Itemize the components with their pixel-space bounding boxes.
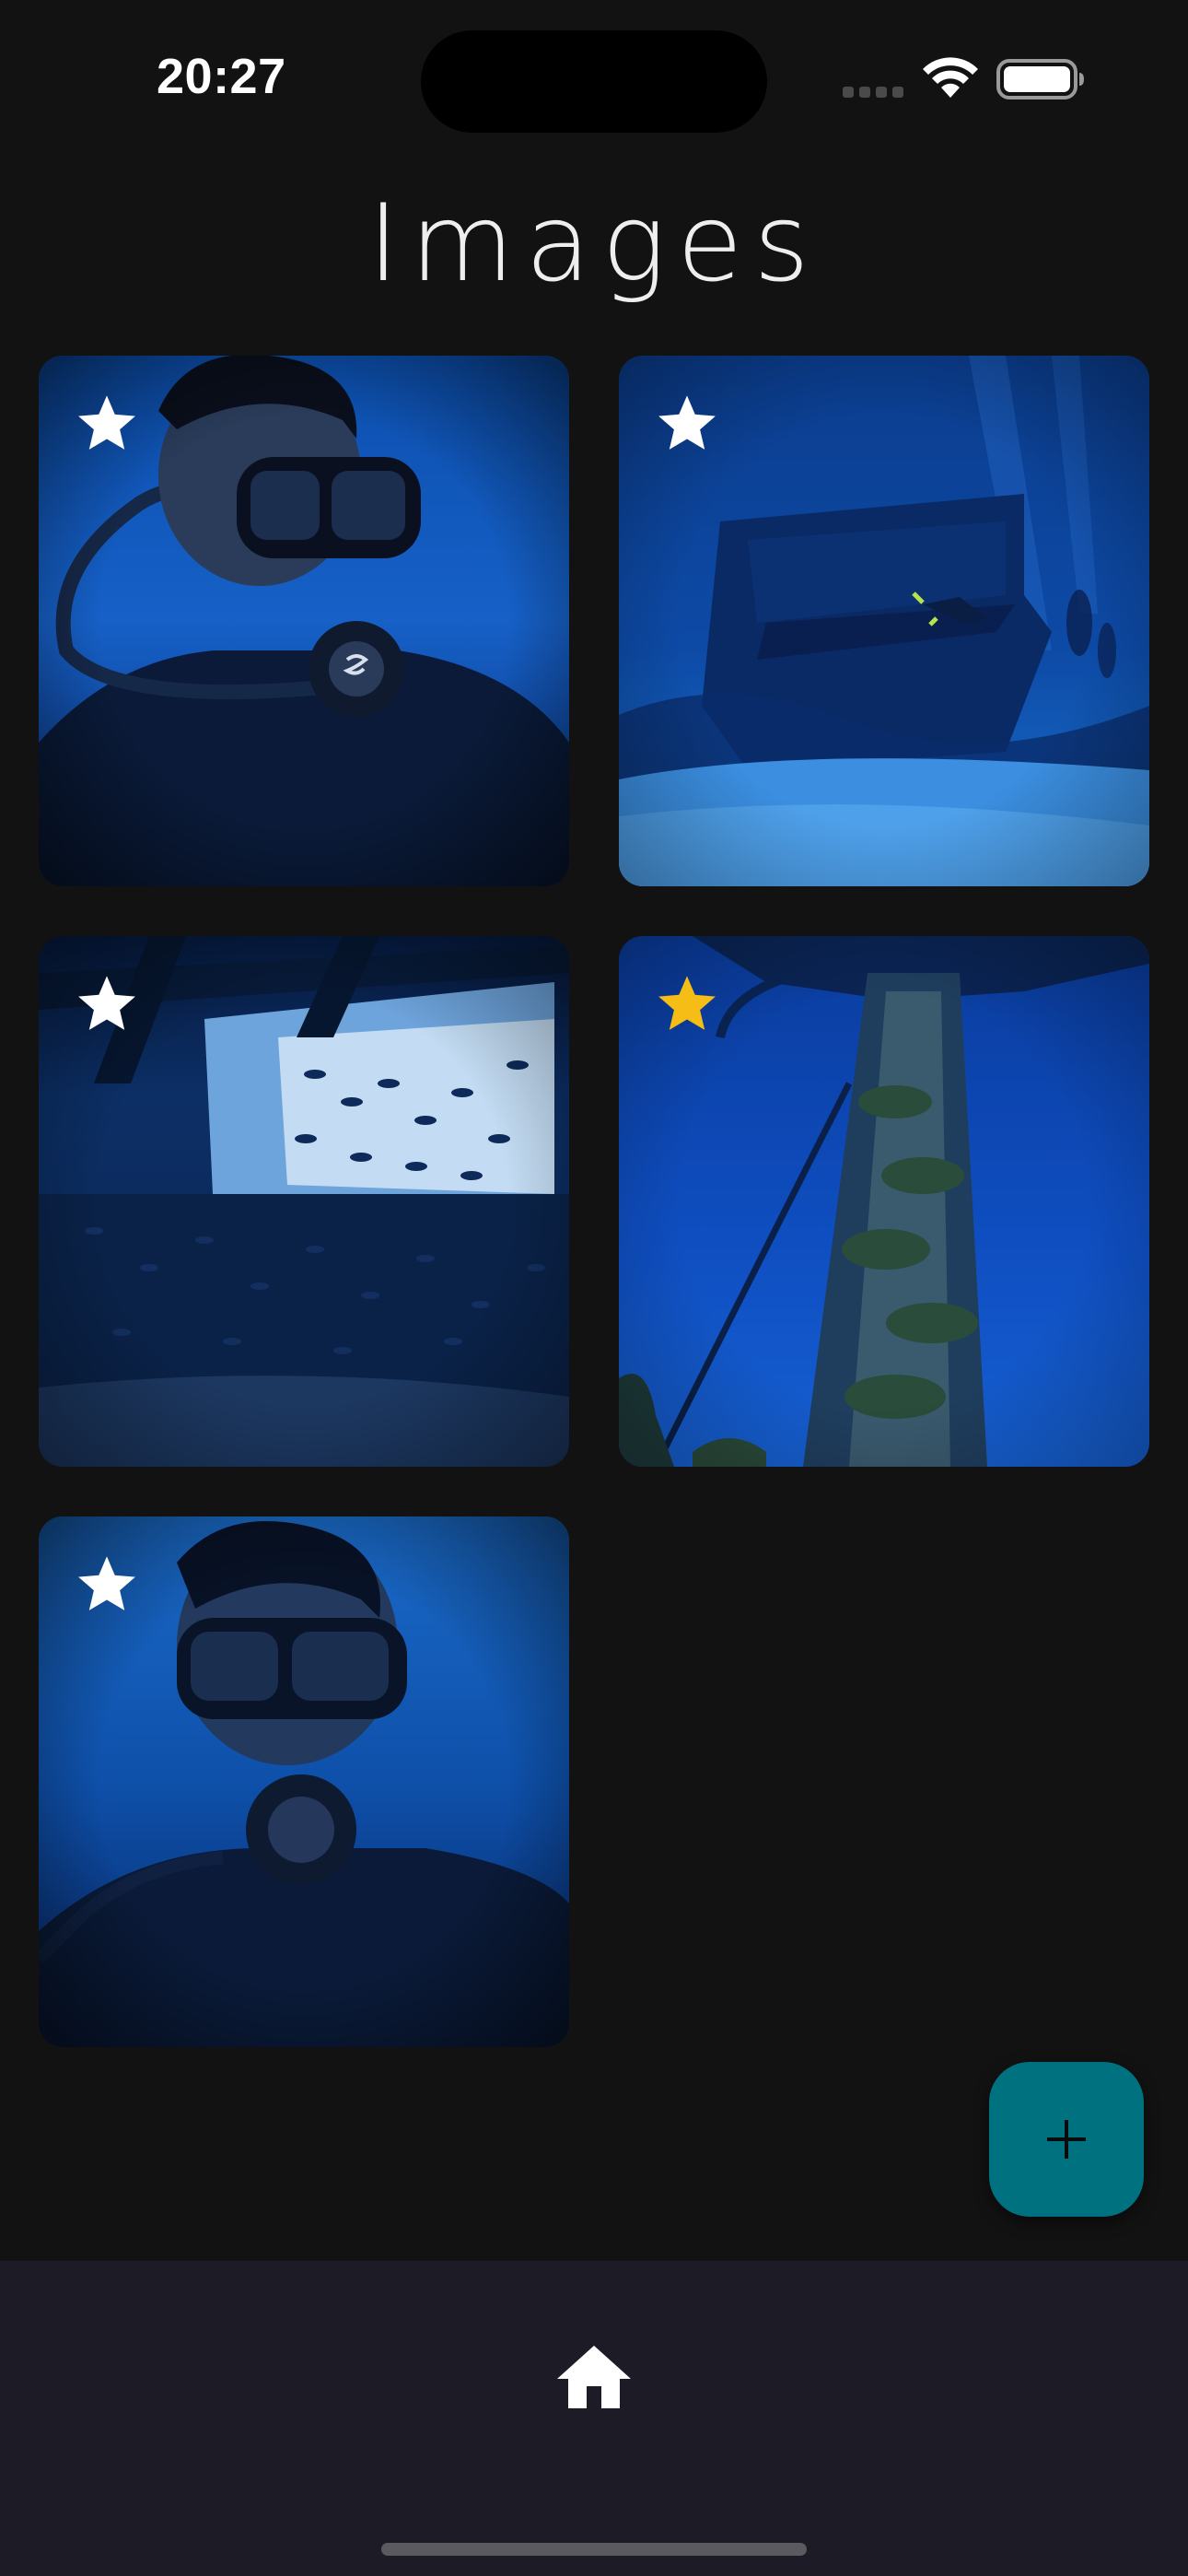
image-tile[interactable] bbox=[619, 356, 1149, 886]
bottom-navigation-bar bbox=[0, 2261, 1188, 2576]
home-indicator bbox=[381, 2543, 807, 2556]
image-tile[interactable] bbox=[39, 1516, 569, 2047]
image-tile[interactable] bbox=[39, 356, 569, 886]
add-image-button[interactable] bbox=[989, 2062, 1144, 2217]
home-icon bbox=[557, 2346, 631, 2408]
favorite-star-icon[interactable] bbox=[654, 391, 720, 457]
image-grid bbox=[0, 0, 1188, 2119]
favorite-star-icon[interactable] bbox=[654, 971, 720, 1037]
image-tile[interactable] bbox=[619, 936, 1149, 1467]
image-tile[interactable] bbox=[39, 936, 569, 1467]
favorite-star-icon[interactable] bbox=[74, 391, 140, 457]
nav-item-home[interactable] bbox=[550, 2335, 638, 2423]
favorite-star-icon[interactable] bbox=[74, 971, 140, 1037]
favorite-star-icon[interactable] bbox=[74, 1551, 140, 1618]
plus-icon bbox=[1047, 2120, 1086, 2159]
